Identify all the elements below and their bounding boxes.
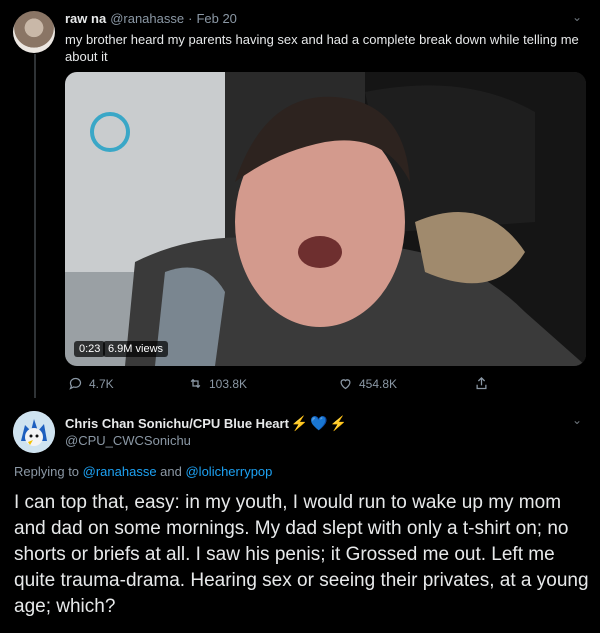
video-thumbnail (65, 72, 586, 366)
retweet-icon (190, 378, 201, 389)
tweet1-actions: 4.7K 103.8K 454.8K (65, 376, 495, 394)
reply-button[interactable]: 4.7K (68, 376, 114, 391)
replying-prefix: Replying to (14, 464, 83, 479)
avatar-cwc[interactable] (13, 411, 55, 453)
video-time-badge: 0:23 (74, 341, 106, 357)
replying-to: Replying to @ranahasse and @lolicherrypo… (14, 464, 272, 479)
tweet2-text: I can top that, easy: in my youth, I wou… (14, 492, 589, 617)
heart-icon (340, 379, 351, 390)
tweet1-display-name[interactable]: raw na (65, 11, 106, 26)
replying-user-lolicherrypop[interactable]: @lolicherrypop (185, 464, 272, 479)
chevron-down-icon[interactable]: ⌄ (572, 10, 582, 24)
thread-line (34, 54, 36, 398)
tweet2-handle[interactable]: @CPU_CWCSonichu (65, 433, 191, 448)
share-button[interactable] (474, 376, 489, 391)
avatar-raw-na[interactable] (13, 11, 55, 53)
tweet2-display-name[interactable]: Chris Chan Sonichu/CPU Blue Heart (65, 416, 289, 431)
share-icon (476, 376, 487, 390)
reply-icon (69, 377, 82, 390)
lightning-bolt-emoji: ⚡ (329, 415, 348, 431)
video-views-badge: 6.9M views (103, 341, 169, 357)
tweet2-header: Chris Chan Sonichu/CPU Blue Heart ⚡ 💙 ⚡ (65, 415, 347, 432)
reply-count: 4.7K (89, 376, 114, 391)
chevron-down-icon[interactable]: ⌄ (572, 413, 582, 427)
sonichu-avatar-art (13, 411, 55, 453)
tweet1-handle[interactable]: @ranahasse (110, 11, 184, 26)
tweet1-video[interactable]: 0:23 6.9M views (65, 72, 586, 366)
tweet1-date[interactable]: Feb 20 (196, 11, 236, 26)
replying-user-ranahasse[interactable]: @ranahasse (83, 464, 157, 479)
blue-heart-emoji: 💙 (310, 415, 328, 431)
tweet1-text: my brother heard my parents having sex a… (65, 32, 579, 64)
tweet1-header: raw na @ranahasse · Feb 20 (65, 11, 237, 27)
like-count: 454.8K (359, 376, 398, 391)
retweet-button[interactable]: 103.8K (188, 376, 247, 391)
like-button[interactable]: 454.8K (338, 376, 397, 391)
tweet1-separator: · (188, 11, 193, 26)
retweet-count: 103.8K (209, 376, 248, 391)
lightning-bolt-emoji: ⚡ (290, 415, 309, 431)
replying-and: and (156, 464, 186, 479)
